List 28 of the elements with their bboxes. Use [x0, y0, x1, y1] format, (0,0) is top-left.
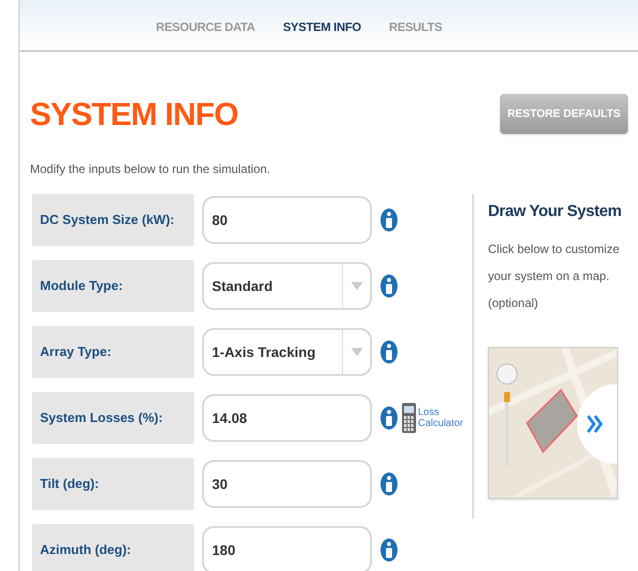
info-icon[interactable] [380, 340, 398, 364]
nav-tab[interactable]: SYSTEM INFO [282, 18, 362, 36]
input-field[interactable]: 80 [202, 196, 372, 244]
info-icon[interactable] [380, 274, 398, 298]
info-icon[interactable] [380, 406, 398, 430]
loss-calculator-link[interactable]: Loss Calculator [418, 407, 464, 429]
field-label: Array Type: [32, 326, 194, 378]
double-chevron-icon [587, 414, 603, 434]
input-field[interactable]: 30 [202, 460, 372, 508]
field-label: System Losses (%): [32, 392, 194, 444]
field-label: Module Type: [32, 260, 194, 312]
side-heading: Draw Your System [488, 202, 622, 222]
field-label: DC System Size (kW): [32, 194, 194, 246]
input-field[interactable]: 14.08 [202, 394, 372, 442]
intro-text: Modify the inputs below to run the simulation. [29, 161, 272, 178]
side-text: Click below to customize your system on a map. (optional) [488, 241, 620, 312]
caret-icon [350, 282, 362, 290]
select-field[interactable]: 1-Axis Tracking [202, 328, 372, 376]
select-field[interactable]: Standard [202, 262, 372, 310]
info-icon[interactable] [380, 538, 398, 562]
info-icon[interactable] [380, 208, 398, 232]
input-field[interactable]: 180 [202, 526, 372, 571]
field-label: Azimuth (deg): [32, 524, 194, 571]
calculator-icon[interactable] [402, 403, 416, 433]
field-label: Tilt (deg): [32, 458, 194, 510]
caret-icon [350, 348, 362, 356]
page-title: SYSTEM INFO [30, 95, 238, 134]
info-icon[interactable] [380, 472, 398, 496]
